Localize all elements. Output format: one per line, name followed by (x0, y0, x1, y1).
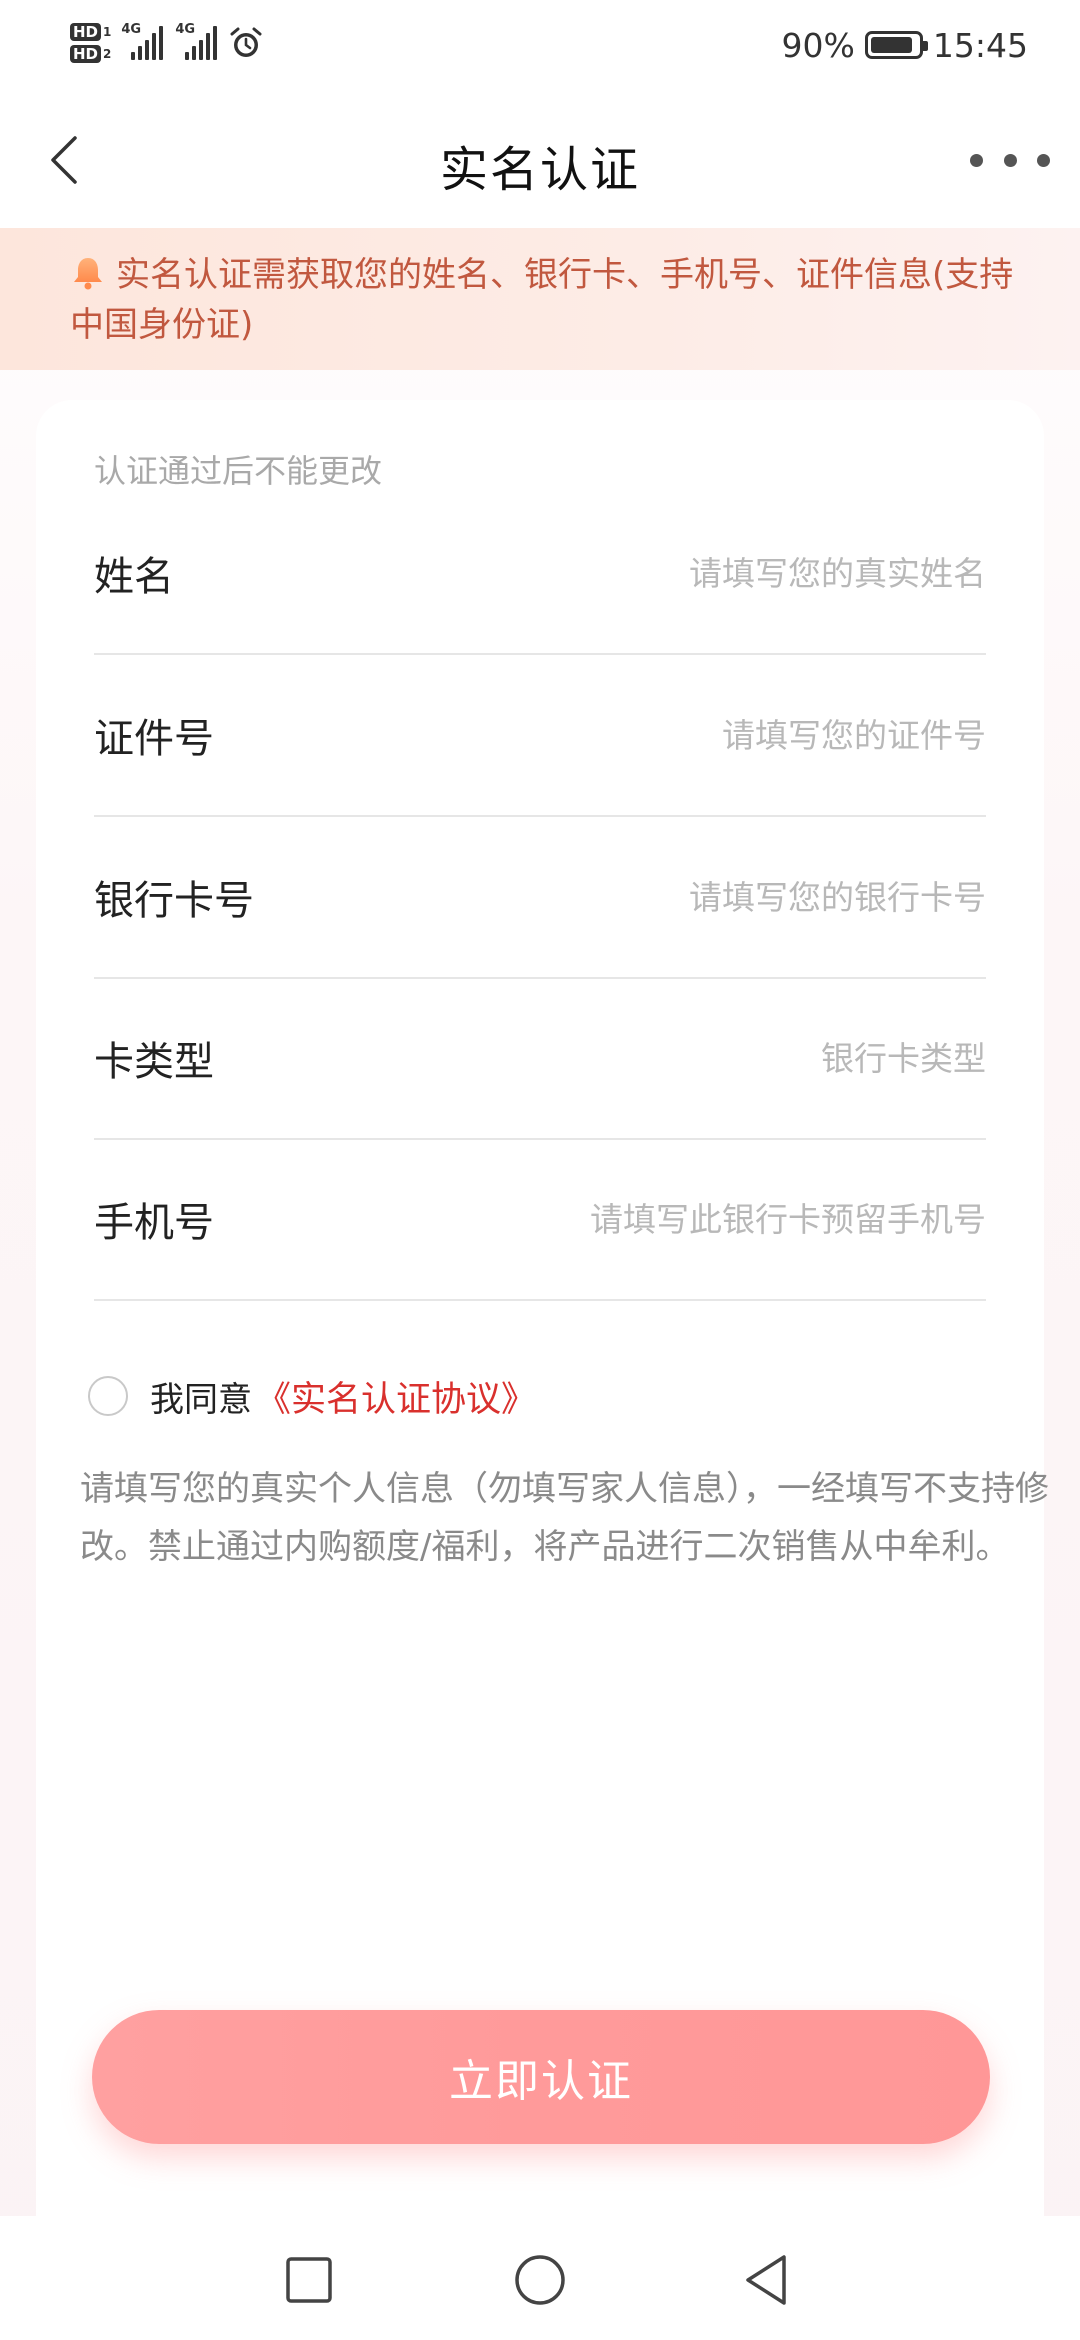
form-row-bank-card: 银行卡号 (94, 817, 986, 979)
page-title: 实名认证 (439, 142, 640, 198)
agreement-checkbox[interactable] (88, 1376, 128, 1416)
bank-card-label: 银行卡号 (94, 878, 254, 924)
back-triangle-icon[interactable] (738, 2250, 798, 2310)
id-number-label: 证件号 (94, 716, 214, 762)
more-button[interactable] (970, 136, 1050, 184)
notice-text-container: 实名认证需获取您的姓名、银行卡、手机号、证件信息(支持中国身份证) (70, 250, 1020, 350)
submit-button[interactable]: 立即认证 (92, 2010, 990, 2144)
more-dots-icon (1003, 153, 1017, 167)
hd-badge-2: HD (70, 45, 102, 63)
battery-percent: 90% (781, 25, 855, 65)
hd-indicators: HD 1 HD 2 (70, 23, 111, 63)
system-nav-bar (0, 2216, 1080, 2340)
form-row-name: 姓名 (94, 493, 986, 655)
form-card: 认证通过后不能更改 姓名 证件号 银行卡号 卡类型 手机号 我同意 《实名认证协… (36, 400, 1049, 2340)
notice-banner: 实名认证需获取您的姓名、银行卡、手机号、证件信息(支持中国身份证) (0, 228, 1080, 370)
signal-icon: 4G (175, 22, 218, 60)
notice-text: 实名认证需获取您的姓名、银行卡、手机号、证件信息(支持中国身份证) (70, 255, 1014, 345)
hd-indicator-1: HD 1 (70, 23, 111, 41)
status-left: HD 1 HD 2 4G 4G (70, 18, 263, 68)
form-row-card-type: 卡类型 (94, 978, 986, 1140)
alarm-icon (230, 27, 262, 57)
form-row-phone: 手机号 (94, 1139, 986, 1301)
clock: 15:45 (932, 25, 1028, 65)
agreement-prefix: 我同意 (150, 1379, 252, 1420)
phone-label: 手机号 (94, 1200, 214, 1246)
battery-fill (870, 37, 913, 53)
home-icon[interactable] (510, 2250, 570, 2310)
nav-bar: 实名认证 (0, 92, 1080, 228)
bank-card-input[interactable] (386, 867, 986, 927)
agreement-row: 我同意 《实名认证协议》 (88, 1364, 536, 1428)
signal-icon: 4G (121, 22, 164, 60)
phone-input[interactable] (386, 1189, 986, 1249)
bell-icon (74, 258, 102, 290)
status-bar: HD 1 HD 2 4G 4G 90% 15:45 (0, 0, 1080, 92)
sim1-network-type: 4G (121, 22, 142, 37)
hd-indicator-2: HD 2 (70, 45, 111, 63)
page: HD 1 HD 2 4G 4G 90% 15:45 实名认证 实名认证需获取您的… (0, 0, 1080, 2340)
disclaimer-text: 请填写您的真实个人信息（勿填写家人信息），一经填写不支持修改。禁止通过内购额度/… (80, 1469, 1049, 1567)
card-type-label: 卡类型 (94, 1039, 214, 1085)
hd-num-1: 1 (103, 25, 112, 39)
card-type-input[interactable] (386, 1028, 986, 1088)
name-label: 姓名 (94, 554, 174, 600)
name-input[interactable] (386, 543, 986, 603)
id-number-input[interactable] (386, 705, 986, 765)
battery-icon (864, 31, 928, 59)
form-row-id-number: 证件号 (94, 655, 986, 817)
hd-num-2: 2 (103, 47, 112, 61)
more-dots-icon (970, 153, 983, 167)
recent-apps-icon[interactable] (279, 2250, 339, 2310)
more-dots-icon (1037, 153, 1050, 167)
sim2-network-type: 4G (175, 22, 196, 37)
agreement-link[interactable]: 《实名认证协议》 (256, 1371, 536, 1422)
status-right: 90% 15:45 (782, 22, 1028, 68)
hd-badge-1: HD (70, 23, 102, 41)
form-hint: 认证通过后不能更改 (94, 452, 383, 490)
